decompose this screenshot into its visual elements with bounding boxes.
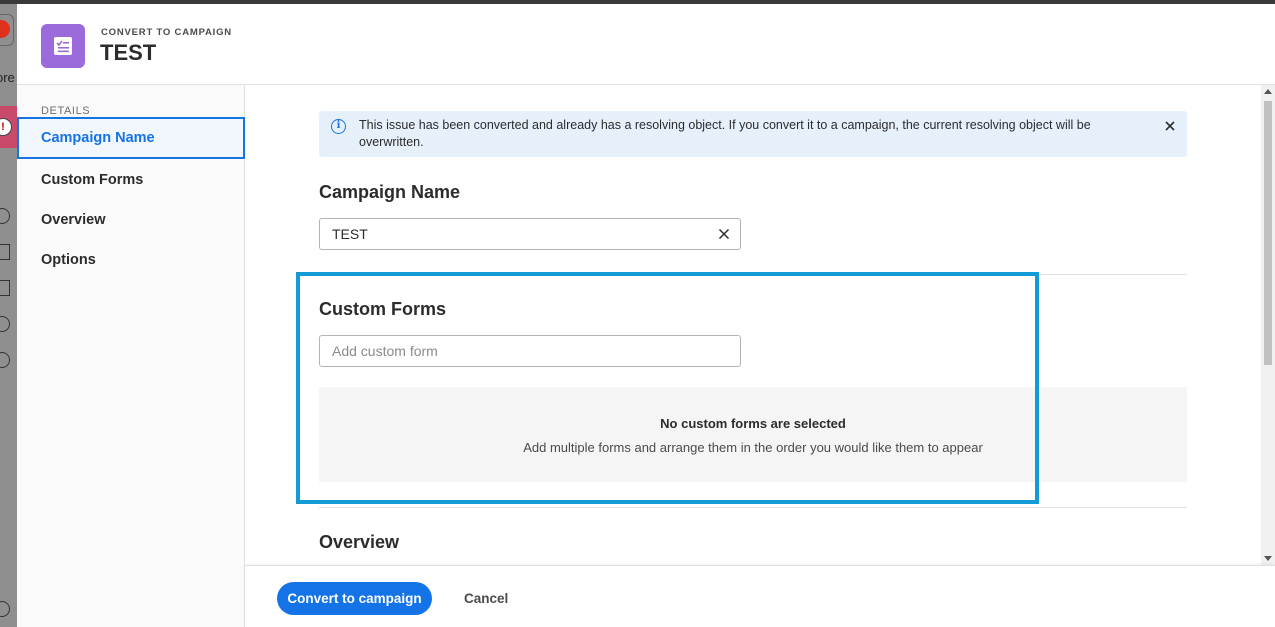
- close-icon[interactable]: [1163, 119, 1177, 133]
- background-app-sliver: ore !: [0, 4, 17, 627]
- info-alert: i This issue has been converted and alre…: [319, 111, 1187, 157]
- background-check-icon: [0, 352, 10, 368]
- clear-icon[interactable]: [718, 228, 730, 240]
- scroll-up-arrow-icon[interactable]: [1264, 89, 1272, 94]
- background-bottom-icon: [0, 601, 10, 617]
- convert-to-campaign-button[interactable]: Convert to campaign: [277, 582, 432, 615]
- section-divider: [319, 507, 1187, 508]
- main-content: i This issue has been converted and alre…: [245, 85, 1275, 565]
- empty-state-subtitle: Add multiple forms and arrange them in t…: [523, 440, 983, 455]
- sidebar-item-options[interactable]: Options: [17, 239, 245, 281]
- sidebar-item-overview[interactable]: Overview: [17, 199, 245, 241]
- info-icon: i: [331, 119, 346, 134]
- sidebar-section-label: DETAILS: [41, 105, 91, 117]
- scroll-down-arrow-icon[interactable]: [1264, 556, 1272, 561]
- background-form-icon: [0, 280, 10, 296]
- custom-forms-empty-state: No custom forms are selected Add multipl…: [319, 387, 1187, 482]
- campaign-name-heading: Campaign Name: [319, 182, 461, 202]
- custom-form-search-input[interactable]: Add custom form: [319, 335, 741, 367]
- background-doc-icon: [0, 244, 10, 260]
- campaign-icon: [41, 24, 85, 68]
- sidebar-item-custom-forms[interactable]: Custom Forms: [17, 159, 245, 201]
- custom-form-placeholder: Add custom form: [332, 343, 438, 359]
- background-minus-icon: [0, 316, 10, 332]
- dialog-header: CONVERT TO CAMPAIGN TEST: [17, 4, 1275, 85]
- campaign-name-input[interactable]: TEST: [319, 218, 741, 250]
- sidebar: DETAILS Campaign Name Custom Forms Overv…: [17, 85, 245, 627]
- scrollbar-thumb[interactable]: [1264, 101, 1272, 365]
- dialog-title: TEST: [100, 40, 157, 65]
- alert-message: This issue has been converted and alread…: [359, 118, 1091, 149]
- background-list-icon: [0, 208, 10, 224]
- dialog-eyebrow: CONVERT TO CAMPAIGN: [101, 27, 232, 38]
- empty-state-title: No custom forms are selected: [660, 416, 846, 431]
- section-divider: [319, 274, 1187, 275]
- overview-heading: Overview: [319, 532, 400, 552]
- dialog-footer: Convert to campaign Cancel: [245, 565, 1275, 627]
- vertical-scrollbar[interactable]: [1261, 85, 1275, 565]
- custom-forms-heading: Custom Forms: [319, 299, 447, 319]
- sidebar-item-campaign-name[interactable]: Campaign Name: [17, 117, 245, 159]
- background-partial-text: ore: [0, 70, 15, 85]
- cancel-button[interactable]: Cancel: [455, 582, 517, 615]
- campaign-name-value: TEST: [332, 226, 368, 242]
